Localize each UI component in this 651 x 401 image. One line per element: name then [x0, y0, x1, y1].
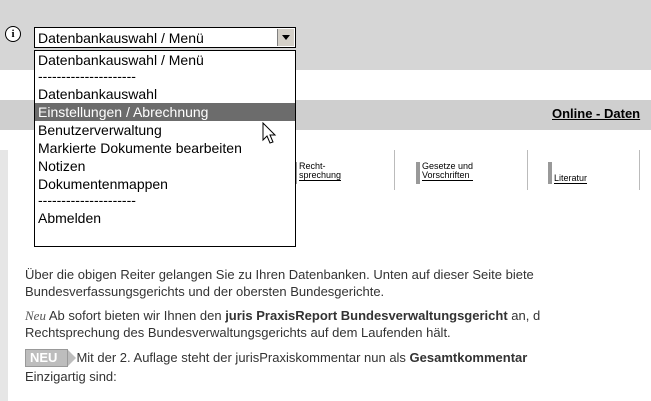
tab-literatur[interactable]: Literatur: [540, 150, 640, 190]
option-datenbankauswahl[interactable]: Datenbankauswahl: [35, 85, 295, 103]
option-separator: ---------------------: [38, 192, 136, 208]
option-abmelden[interactable]: Abmelden: [35, 209, 295, 227]
intro-line-1: Über die obigen Reiter gelangen Sie zu I…: [25, 267, 534, 282]
edition-text: Mit der 2. Auflage steht der jurisPraxis…: [76, 350, 410, 365]
chevron-down-icon[interactable]: [277, 29, 294, 46]
new-edition-paragraph: NEU Mit der 2. Auflage steht der jurisPra…: [25, 349, 527, 367]
option-benutzerverwaltung[interactable]: Benutzerverwaltung: [35, 121, 295, 139]
tab-label: Literatur: [554, 173, 588, 184]
news-text: Ab sofort bieten wir Ihnen den: [45, 308, 226, 323]
option-einstellungen[interactable]: Einstellungen / Abrechnung: [35, 103, 295, 121]
option-notizen[interactable]: Notizen: [35, 157, 295, 175]
praxisreport-link[interactable]: juris PraxisReport Bundesverwaltungsgeri…: [225, 308, 507, 323]
info-icon[interactable]: i: [5, 26, 21, 42]
select-value: Datenbankauswahl / Menü: [38, 30, 204, 46]
option-dokumentenmappen[interactable]: Dokumentenmappen: [35, 175, 295, 193]
tab-label: Gesetze und Vorschriften: [422, 161, 474, 181]
database-select[interactable]: Datenbankauswahl / Menü: [34, 27, 296, 48]
news-paragraph: Neu Ab sofort bieten wir Ihnen den juris…: [25, 307, 540, 324]
option-menu[interactable]: Datenbankauswahl / Menü: [35, 51, 295, 69]
tab-gesetze[interactable]: Gesetze und Vorschriften: [408, 150, 528, 190]
intro-line-2: Bundesverfassungsgerichts und der oberst…: [25, 284, 385, 299]
neu-label: Neu: [25, 308, 46, 323]
news-line-2: Rechtsprechung des Bundesverwaltungsgeri…: [25, 325, 451, 340]
gesamtkommentar-link[interactable]: Gesamtkommentar: [410, 350, 528, 365]
option-separator: ---------------------: [38, 68, 136, 84]
tab-rechtsprechung[interactable]: Recht- sprechung: [285, 150, 395, 190]
option-markierte-dokumente[interactable]: Markierte Dokumente bearbeiten: [35, 139, 295, 157]
select-dropdown-list[interactable]: Datenbankauswahl / Menü ----------------…: [34, 50, 296, 247]
online-daten-link[interactable]: Online - Daten: [552, 106, 640, 121]
neu-badge: NEU: [25, 349, 77, 367]
edition-line-2: Einzigartig sind:: [25, 369, 117, 384]
tab-marker: [548, 162, 552, 184]
news-text-end: an, d: [507, 308, 541, 323]
tab-marker: [416, 162, 420, 184]
tab-label: Recht- sprechung: [299, 161, 342, 181]
mouse-cursor-icon: [262, 122, 277, 144]
